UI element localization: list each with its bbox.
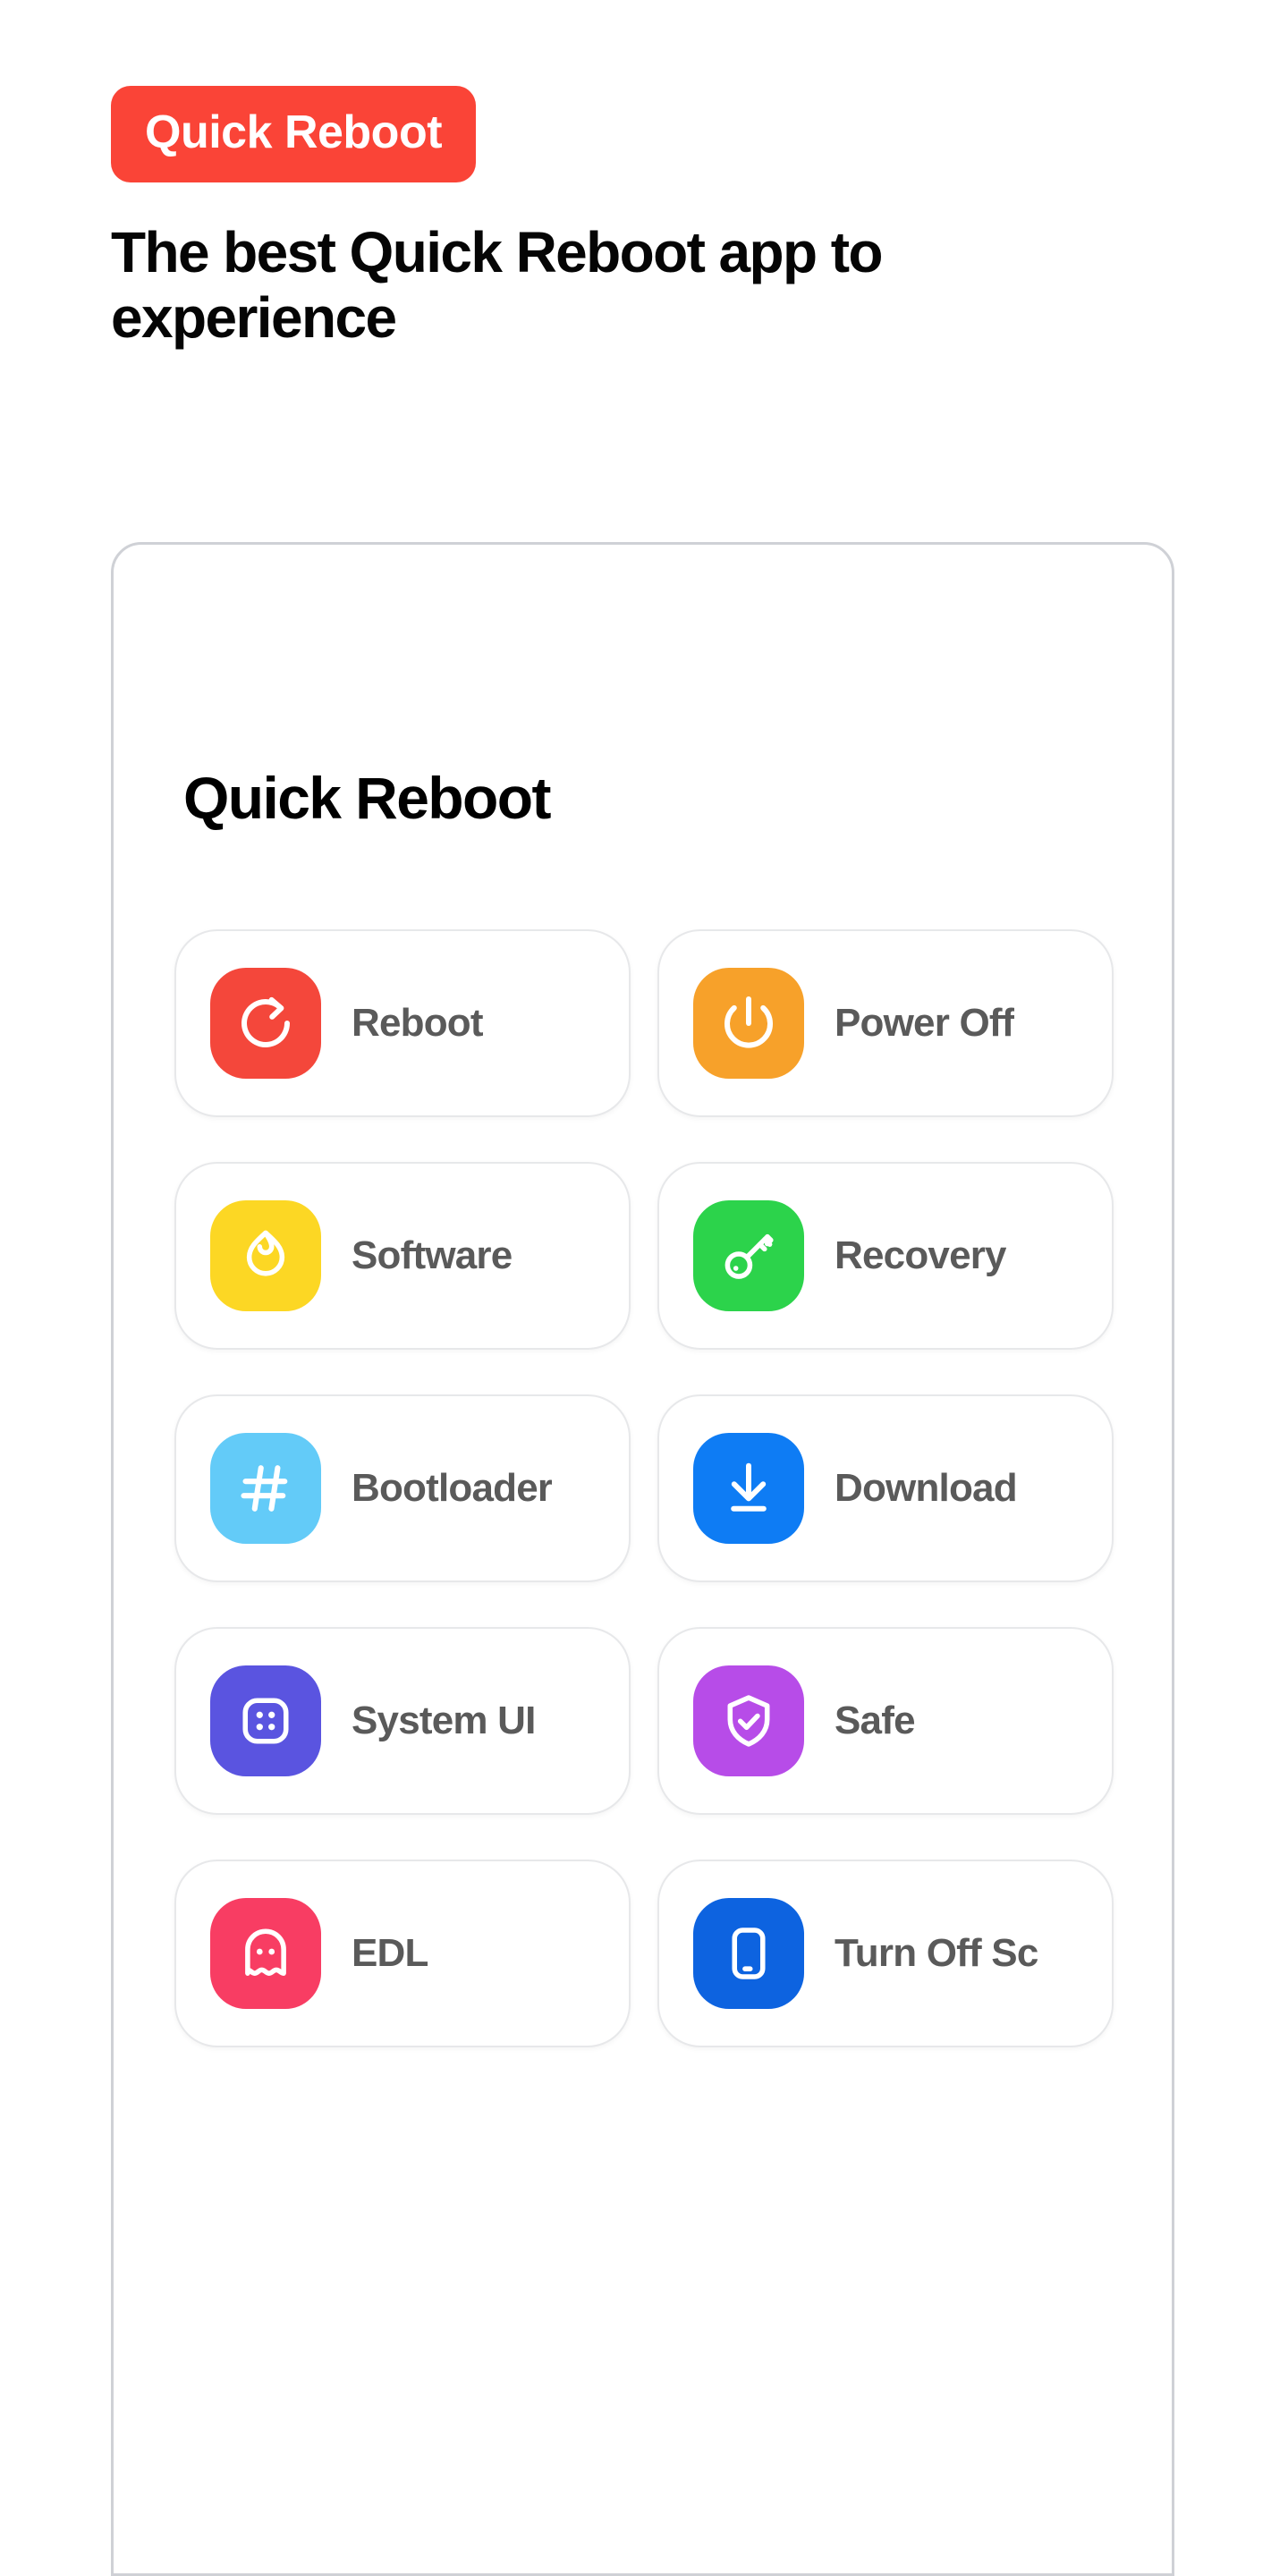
- action-label: Download: [835, 1466, 1017, 1510]
- action-button-recovery[interactable]: Recovery: [657, 1162, 1114, 1350]
- page-title: The best Quick Reboot app to experience: [111, 220, 884, 350]
- app-preview-card: Quick Reboot Reboot Power Off Software R…: [111, 542, 1174, 2576]
- action-button-system-ui[interactable]: System UI: [174, 1627, 631, 1815]
- app-screen-title: Quick Reboot: [183, 765, 551, 831]
- smartphone-icon: [693, 1898, 804, 2009]
- action-label: System UI: [352, 1699, 536, 1742]
- action-button-download[interactable]: Download: [657, 1394, 1114, 1582]
- action-button-turn-off-screen[interactable]: Turn Off Sc: [657, 1860, 1114, 2047]
- action-button-safe[interactable]: Safe: [657, 1627, 1114, 1815]
- action-label: Safe: [835, 1699, 915, 1742]
- four-dots-square-icon: [210, 1665, 321, 1776]
- action-button-power-off[interactable]: Power Off: [657, 929, 1114, 1117]
- action-label: Reboot: [352, 1001, 483, 1045]
- quick-reboot-badge: Quick Reboot: [111, 86, 477, 182]
- hash-icon: [210, 1433, 321, 1544]
- flame-icon: [210, 1200, 321, 1311]
- download-arrow-icon: [693, 1433, 804, 1544]
- shield-check-icon: [693, 1665, 804, 1776]
- reboot-circular-arrow-icon: [210, 968, 321, 1079]
- action-button-reboot[interactable]: Reboot: [174, 929, 631, 1117]
- action-label: Software: [352, 1233, 513, 1277]
- action-button-edl[interactable]: EDL: [174, 1860, 631, 2047]
- action-label: EDL: [352, 1931, 428, 1975]
- action-label: Recovery: [835, 1233, 1006, 1277]
- hero-section: Quick Reboot The best Quick Reboot app t…: [111, 86, 1184, 351]
- action-grid: Reboot Power Off Software Recovery Bootl…: [174, 929, 1114, 2047]
- page-root: Quick Reboot The best Quick Reboot app t…: [0, 0, 1288, 2576]
- power-icon: [693, 968, 804, 1079]
- action-label: Bootloader: [352, 1466, 553, 1510]
- ghost-icon: [210, 1898, 321, 2009]
- action-button-bootloader[interactable]: Bootloader: [174, 1394, 631, 1582]
- action-button-software[interactable]: Software: [174, 1162, 631, 1350]
- key-icon: [693, 1200, 804, 1311]
- action-label: Turn Off Sc: [835, 1931, 1038, 1975]
- action-label: Power Off: [835, 1001, 1014, 1045]
